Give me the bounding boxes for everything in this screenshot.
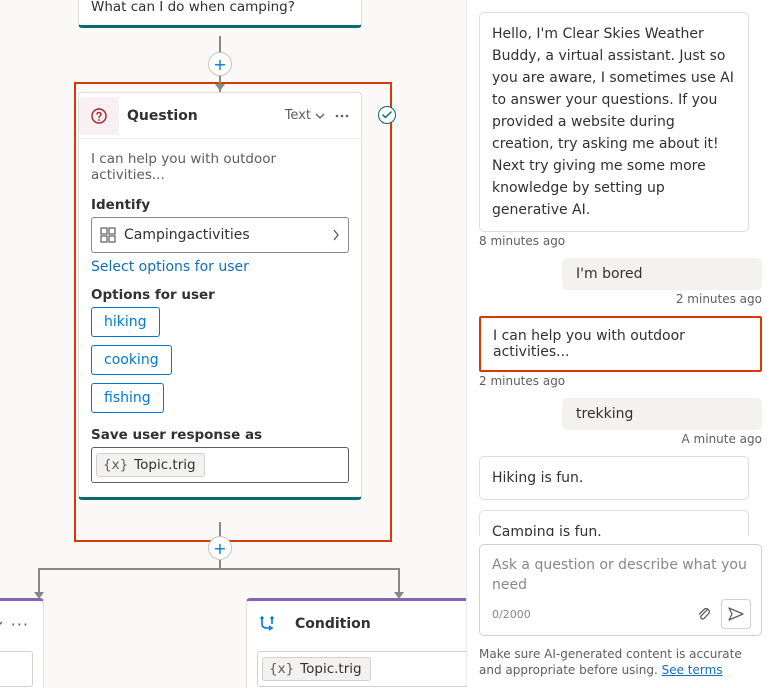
option-chip[interactable]: cooking: [91, 345, 172, 375]
add-node-button[interactable]: +: [208, 52, 232, 76]
option-chip[interactable]: hiking: [91, 307, 160, 337]
char-counter: 0/2000: [492, 608, 687, 621]
chat-test-panel: Hello, I'm Clear Skies Weather Buddy, a …: [466, 0, 772, 688]
chevron-down-icon: [315, 113, 325, 119]
flow-connector: [38, 568, 40, 594]
paperclip-icon: [696, 606, 712, 622]
see-terms-link[interactable]: See terms: [662, 663, 723, 677]
identify-entity-picker[interactable]: Campingactivities: [91, 217, 349, 253]
variable-input[interactable]: {x} Topic.trig: [91, 447, 349, 483]
variable-name: Topic.trig: [134, 457, 195, 473]
save-response-label: Save user response as: [91, 427, 349, 443]
attach-button[interactable]: [689, 599, 719, 629]
arrowhead-icon: [394, 592, 404, 599]
chat-input-placeholder: Ask a question or describe what you need: [492, 555, 751, 595]
bot-message: Hiking is fun.: [479, 456, 749, 500]
more-options-button[interactable]: [329, 114, 355, 118]
send-button[interactable]: [721, 599, 751, 629]
user-message: trekking: [562, 398, 762, 430]
trigger-node[interactable]: What activities can I do outdoors? What …: [78, 0, 362, 28]
timestamp: 2 minutes ago: [479, 292, 762, 306]
condition-variable[interactable]: {x} trig: [0, 651, 33, 687]
entity-icon: [100, 227, 116, 243]
flow-connector: [38, 568, 400, 570]
bot-message-highlighted[interactable]: I can help you with outdoor activities..…: [479, 316, 762, 372]
chevron-right-icon: [332, 229, 340, 241]
arrowhead-icon: [215, 84, 225, 91]
bot-message: Camping is fun.: [479, 510, 749, 536]
collapse-toggle[interactable]: [0, 621, 7, 627]
trigger-phrase: What can I do when camping?: [91, 0, 349, 17]
output-type-dropdown[interactable]: Text: [285, 108, 325, 123]
question-node[interactable]: Question Text I can help you with outdoo…: [78, 92, 362, 500]
option-chip[interactable]: fishing: [91, 383, 164, 413]
add-node-button[interactable]: +: [208, 536, 232, 560]
condition-variable[interactable]: {x} Topic.trig: [257, 651, 466, 687]
send-icon: [728, 607, 744, 621]
identify-value: Campingactivities: [124, 227, 332, 243]
branch-icon: [247, 605, 287, 643]
timestamp: 8 minutes ago: [479, 234, 762, 248]
bot-message: Hello, I'm Clear Skies Weather Buddy, a …: [479, 12, 749, 232]
options-label: Options for user: [91, 287, 349, 303]
timestamp: 2 minutes ago: [479, 374, 762, 388]
question-icon: [79, 97, 119, 135]
identify-label: Identify: [91, 197, 349, 213]
select-options-link[interactable]: Select options for user: [91, 259, 249, 275]
more-options-button[interactable]: ···: [7, 615, 33, 634]
ai-disclaimer: Make sure AI-generated content is accura…: [479, 646, 762, 678]
question-prompt: I can help you with outdoor activities..…: [91, 151, 349, 183]
flow-canvas[interactable]: What activities can I do outdoors? What …: [0, 0, 466, 688]
question-title: Question: [127, 108, 285, 124]
checkmark-icon: [378, 106, 396, 124]
condition-title: Condition: [295, 616, 466, 632]
condition-node[interactable]: Condition ··· {x} Topic.trig: [246, 598, 466, 688]
timestamp: A minute ago: [479, 432, 762, 446]
variable-prefix: {x}: [103, 457, 128, 473]
chat-input[interactable]: Ask a question or describe what you need…: [479, 544, 762, 636]
user-message: I'm bored: [562, 258, 762, 290]
condition-node[interactable]: Condition ··· {x} trig: [0, 598, 44, 688]
arrowhead-icon: [34, 592, 44, 599]
question-header: Question Text: [79, 93, 361, 139]
flow-connector: [398, 568, 400, 594]
